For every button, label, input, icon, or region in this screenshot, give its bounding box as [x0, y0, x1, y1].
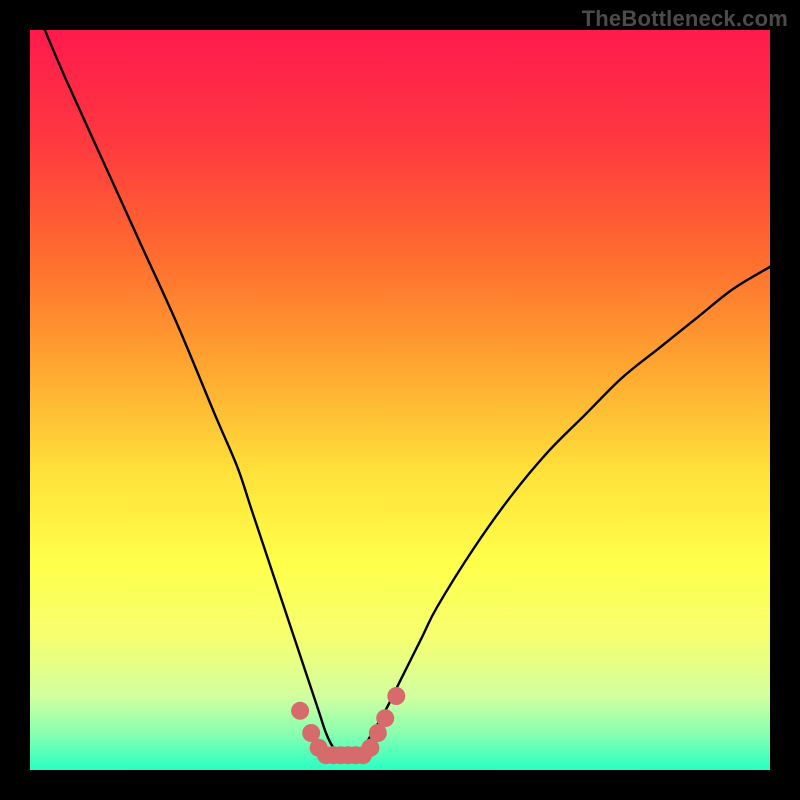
marker-dot	[291, 702, 309, 720]
chart-svg	[30, 30, 770, 770]
gradient-rect	[30, 30, 770, 770]
plot-area	[30, 30, 770, 770]
chart-frame: TheBottleneck.com	[0, 0, 800, 800]
watermark-text: TheBottleneck.com	[582, 6, 788, 32]
marker-dot	[376, 709, 394, 727]
marker-dot	[387, 687, 405, 705]
